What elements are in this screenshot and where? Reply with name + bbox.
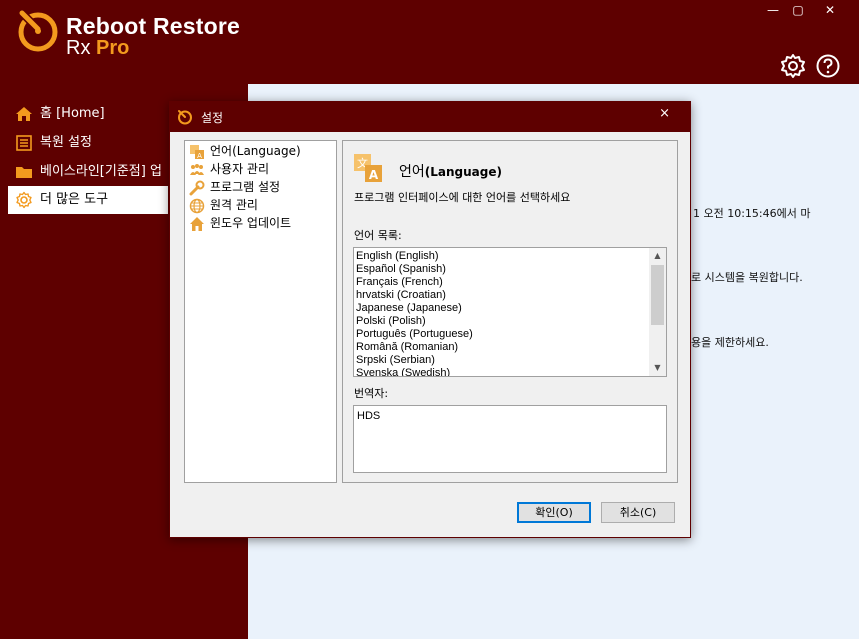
svg-text:A: A <box>369 168 379 182</box>
list-item[interactable]: Español (Spanish) <box>356 263 446 276</box>
list-item[interactable]: Português (Portuguese) <box>356 328 473 341</box>
dialog-title: 설정 <box>201 111 224 125</box>
sidebar-item-restore-settings[interactable]: 복원 설정 <box>8 129 168 157</box>
list-item[interactable]: Japanese (Japanese) <box>356 302 462 315</box>
translator-field: HDS <box>353 405 667 473</box>
sidebar-item-label: 베이스라인[기준점] 업 <box>40 164 162 179</box>
language-list[interactable]: English (English) Español (Spanish) Fran… <box>353 247 667 377</box>
folder-icon <box>16 167 32 178</box>
list-item[interactable]: Svenska (Swedish) <box>356 367 450 376</box>
settings-dialog: 설정 × A 언어(Language) 사용자 관리 프로그램 설정 원격 관리 <box>169 101 691 538</box>
list-item[interactable]: hrvatski (Croatian) <box>356 289 446 302</box>
house-icon <box>190 217 204 231</box>
users-icon <box>190 164 204 175</box>
dialog-close-button[interactable]: × <box>659 106 670 121</box>
language-icon: 文 A <box>354 154 382 182</box>
tree-item-label: 사용자 관리 <box>210 162 270 176</box>
list-item[interactable]: Srpski (Serbian) <box>356 354 435 367</box>
settings-tree: A 언어(Language) 사용자 관리 프로그램 설정 원격 관리 윈도우 … <box>184 140 337 483</box>
reboot-restore-logo-icon <box>178 110 192 125</box>
dialog-titlebar[interactable]: 설정 × <box>170 102 690 132</box>
globe-icon <box>189 198 205 214</box>
panel-description: 프로그램 인터페이스에 대한 언어를 선택하세요 <box>354 191 571 204</box>
gear-icon <box>16 191 32 209</box>
list-icon <box>16 135 32 151</box>
tree-item-label: 윈도우 업데이트 <box>210 216 292 230</box>
sidebar-item-more-tools[interactable]: 더 많은 도구 <box>8 186 168 214</box>
translator-label: 번역자: <box>354 387 389 400</box>
scroll-up-icon[interactable]: ▲ <box>649 248 666 264</box>
list-item[interactable]: English (English) <box>356 250 439 263</box>
tree-item-windows-update[interactable]: 윈도우 업데이트 <box>188 215 291 232</box>
list-item[interactable]: Polski (Polish) <box>356 315 426 328</box>
translator-value: HDS <box>357 410 381 422</box>
tree-item-remote-management[interactable]: 원격 관리 <box>188 197 258 214</box>
svg-text:A: A <box>197 152 202 160</box>
sidebar-item-baseline[interactable]: 베이스라인[기준점] 업 <box>8 158 168 186</box>
tree-item-language[interactable]: A 언어(Language) <box>188 143 301 160</box>
tree-item-label: 언어(Language) <box>210 144 301 158</box>
app-window: Reboot Restore Rx Pro — ▢ ✕ 홈 [Home] 복원 … <box>0 0 859 639</box>
sidebar-item-label: 복원 설정 <box>40 135 92 150</box>
tree-item-user-management[interactable]: 사용자 관리 <box>188 161 269 178</box>
language-list-scrollbar[interactable]: ▲ ▼ <box>649 248 666 376</box>
settings-gear-icon[interactable] <box>780 53 806 79</box>
reboot-restore-logo-icon <box>18 10 58 52</box>
restore-info-text: 1 오전 10:15:46에서 마 <box>693 207 811 220</box>
language-list-label: 언어 목록: <box>354 229 402 242</box>
maximize-button[interactable]: ▢ <box>783 2 813 20</box>
list-item[interactable]: Français (French) <box>356 276 443 289</box>
tree-item-label: 원격 관리 <box>210 198 258 212</box>
restore-info-text: 용을 제한하세요. <box>691 336 769 349</box>
brand-subtitle: Rx Pro <box>66 37 130 59</box>
brand-title: Reboot Restore <box>66 13 241 39</box>
sidebar-item-label: 홈 [Home] <box>40 106 105 121</box>
language-icon: A <box>190 145 204 160</box>
help-icon[interactable] <box>815 53 841 79</box>
cancel-button[interactable]: 취소(C) <box>601 502 675 523</box>
sidebar-item-label: 더 많은 도구 <box>40 192 109 207</box>
tree-item-label: 프로그램 설정 <box>210 180 281 194</box>
wrench-icon <box>189 180 205 196</box>
panel-title: 언어(Language) <box>399 164 502 180</box>
language-panel: 文 A 언어(Language) 프로그램 인터페이스에 대한 언어를 선택하세… <box>342 140 678 483</box>
close-button[interactable]: ✕ <box>815 2 845 20</box>
ok-button[interactable]: 확인(O) <box>517 502 591 523</box>
scroll-down-icon[interactable]: ▼ <box>649 360 666 376</box>
tree-item-program-settings[interactable]: 프로그램 설정 <box>188 179 280 196</box>
sidebar-item-home[interactable]: 홈 [Home] <box>8 100 168 128</box>
scrollbar-thumb[interactable] <box>651 265 664 325</box>
home-icon <box>16 107 32 121</box>
list-item[interactable]: Română (Romanian) <box>356 341 458 354</box>
restore-info-text: 로 시스템을 복원합니다. <box>691 271 803 284</box>
